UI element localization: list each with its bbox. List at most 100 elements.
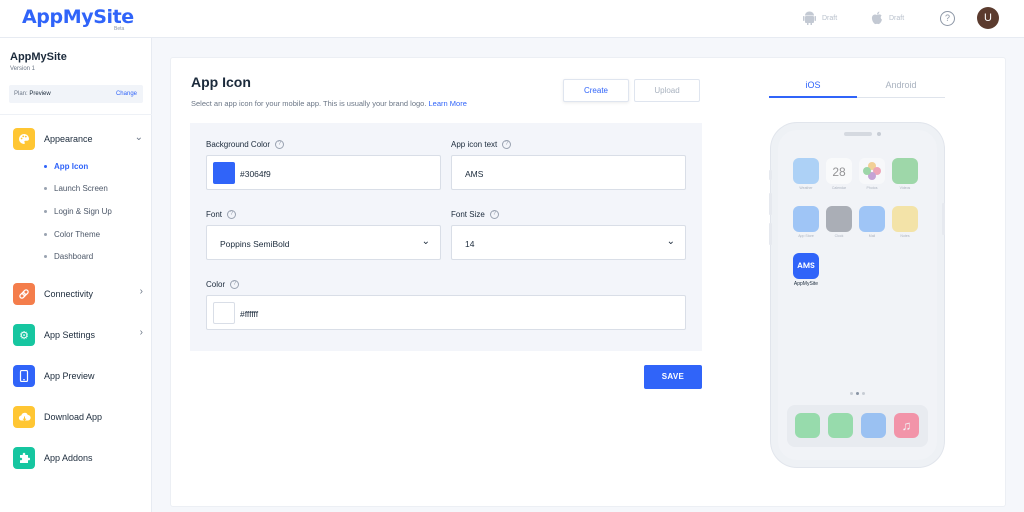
sidebar-item-label: App Settings (44, 330, 96, 340)
save-button[interactable]: SAVE (644, 365, 702, 389)
sidebar-item-app-addons[interactable]: App Addons (13, 447, 145, 469)
background-color-swatch[interactable] (213, 162, 235, 184)
app-label: Videos (899, 186, 911, 190)
help-icon[interactable]: ? (275, 140, 285, 149)
icon-text-input[interactable]: AMS (451, 155, 686, 190)
background-color-value: #3064f9 (240, 169, 271, 179)
sidebar-item-download-app[interactable]: Download App (13, 406, 145, 428)
bullet-icon (44, 165, 47, 168)
color-field[interactable]: #ffffff (206, 295, 686, 330)
puzzle-icon (13, 447, 35, 469)
sidebar-item-label: App Addons (44, 453, 93, 463)
sidebar-item-app-preview[interactable]: App Preview (13, 365, 145, 387)
generated-app-icon: AMS (793, 253, 819, 279)
help-icon[interactable]: ? (230, 280, 240, 289)
learn-more-link[interactable]: Learn More (429, 99, 467, 108)
sidebar-item-app-settings[interactable]: ⚙ App Settings › (13, 324, 145, 346)
icon-form-panel: Background Color? #3064f9 App icon text?… (190, 123, 702, 351)
phone-preview: Weather 28 Calendar Photos Videos App St… (771, 123, 944, 467)
sidebar-subitem-launch-screen[interactable]: Launch Screen (44, 184, 108, 193)
sidebar-subitem-app-icon[interactable]: App Icon (44, 162, 88, 171)
app-label: Mail (868, 234, 876, 238)
font-select[interactable]: Poppins SemiBold ⌄ (206, 225, 441, 260)
sidebar-app-version: Version 1 (10, 66, 36, 72)
generated-app-label: AppMySite (793, 281, 819, 287)
chevron-down-icon: ⌄ (134, 132, 143, 143)
avatar[interactable]: U (977, 7, 999, 29)
videos-icon (892, 158, 918, 184)
font-size-select[interactable]: 14 ⌄ (451, 225, 686, 260)
bullet-icon (44, 233, 47, 236)
photos-icon (859, 158, 885, 184)
phone-side-button (769, 170, 772, 180)
sidebar-subitem-login-signup[interactable]: Login & Sign Up (44, 207, 112, 216)
top-header: AppMySite Beta Draft Draft ? U (0, 0, 1024, 38)
mail-icon (859, 206, 885, 232)
help-icon[interactable]: ? (502, 140, 512, 149)
beta-badge: Beta (114, 26, 125, 32)
app-label: App Store (798, 234, 814, 238)
create-button[interactable]: Create (563, 79, 629, 102)
color-label: Color? (206, 280, 240, 289)
tab-android[interactable]: Android (857, 80, 945, 90)
phone-side-button (769, 223, 772, 245)
clock-icon (826, 206, 852, 232)
help-icon[interactable]: ? (227, 210, 237, 219)
help-icon[interactable]: ? (489, 210, 499, 219)
bullet-icon (44, 210, 47, 213)
sidebar-subitem-dashboard[interactable]: Dashboard (44, 252, 93, 261)
tab-ios[interactable]: iOS (769, 80, 857, 90)
android-status-text: Draft (822, 14, 838, 22)
app-label: Clock (834, 234, 844, 238)
plan-change-link[interactable]: Change (116, 91, 137, 97)
app-logo[interactable]: AppMySite (22, 6, 134, 28)
android-status[interactable]: Draft (803, 11, 837, 25)
app-label: Photos (866, 186, 878, 190)
font-value: Poppins SemiBold (220, 239, 290, 249)
help-icon[interactable]: ? (940, 11, 955, 26)
plan-value: Preview (29, 91, 51, 97)
app-icon-card: App Icon Select an app icon for your mob… (170, 57, 1006, 507)
music-icon: ♫ (894, 413, 919, 438)
weather-icon (793, 158, 819, 184)
safari-icon (861, 413, 886, 438)
sidebar-subitem-color-theme[interactable]: Color Theme (44, 230, 100, 239)
sidebar-item-label: Appearance (44, 134, 93, 144)
background-color-field[interactable]: #3064f9 (206, 155, 441, 190)
upload-button[interactable]: Upload (634, 79, 700, 102)
calendar-icon: 28 (826, 158, 852, 184)
icon-text-value: AMS (465, 169, 484, 179)
messages-icon (795, 413, 820, 438)
sidebar-app-name: AppMySite (10, 51, 67, 63)
background-color-label: Background Color? (206, 140, 285, 149)
notes-icon (892, 206, 918, 232)
phone-camera (877, 132, 881, 136)
app-label: Weather (799, 186, 813, 190)
phone-side-button (942, 203, 945, 235)
page-title: App Icon (191, 74, 251, 90)
phone-call-icon (828, 413, 853, 438)
gear-icon: ⚙ (13, 324, 35, 346)
ios-status[interactable]: Draft (871, 11, 904, 25)
plan-box: Plan: Preview Change (9, 85, 143, 103)
cloud-download-icon (13, 406, 35, 428)
phone-side-button (769, 193, 772, 215)
sidebar-item-appearance[interactable]: Appearance ⌄ (13, 128, 145, 150)
sidebar-item-label: Download App (44, 412, 103, 422)
active-tab-indicator (769, 96, 857, 98)
phone-icon (13, 365, 35, 387)
font-label: Font? (206, 210, 237, 219)
chevron-down-icon: ⌄ (666, 236, 675, 247)
android-icon (803, 11, 816, 25)
color-value: #ffffff (240, 309, 259, 319)
sidebar-divider (0, 114, 152, 115)
palette-icon (13, 128, 35, 150)
app-label: Calendar (831, 186, 847, 190)
phone-dock: ♫ (787, 405, 928, 447)
page-subtitle: Select an app icon for your mobile app. … (191, 99, 467, 108)
bullet-icon (44, 255, 47, 258)
text-color-swatch[interactable] (213, 302, 235, 324)
chevron-right-icon: › (139, 286, 143, 297)
sidebar-item-connectivity[interactable]: Connectivity › (13, 283, 145, 305)
font-size-value: 14 (465, 239, 475, 249)
